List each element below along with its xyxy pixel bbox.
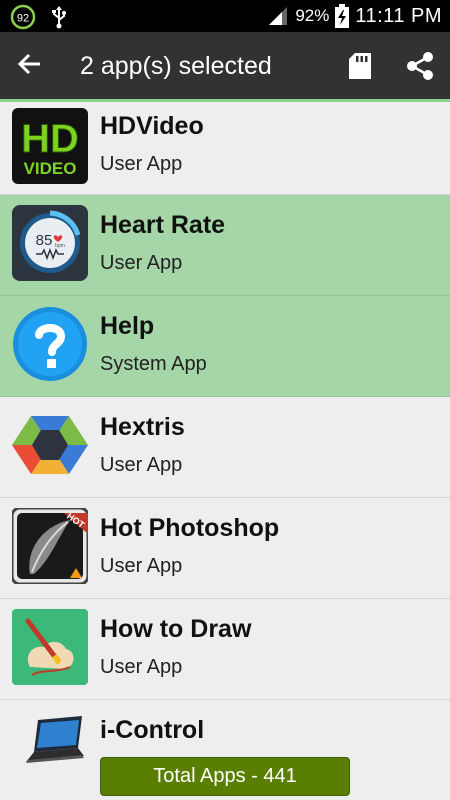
app-name: Hextris (100, 413, 185, 441)
battery-charging-icon (335, 4, 350, 28)
signal-icon (269, 7, 288, 25)
how-to-draw-icon (12, 609, 88, 685)
app-name: Heart Rate (100, 211, 226, 239)
list-item[interactable]: Help System App (0, 296, 450, 397)
app-type: User App (100, 153, 183, 175)
app-type: User App (100, 656, 183, 678)
sd-card-icon[interactable] (344, 49, 376, 83)
hextris-icon (12, 416, 88, 474)
list-item[interactable]: 85 bpm Heart Rate User App (0, 195, 450, 296)
app-name: i-Control (100, 716, 205, 744)
status-bar: 92 92% 11:11 PM (0, 0, 450, 32)
svg-text:85: 85 (36, 232, 53, 249)
app-name: Hot Photoshop (100, 514, 280, 542)
app-name: HDVideo (100, 112, 204, 140)
notification-badge-icon: 92 (10, 4, 36, 30)
app-type: User App (100, 252, 183, 274)
back-arrow-icon[interactable] (14, 48, 46, 80)
list-item[interactable]: HOT Hot Photoshop User App (0, 498, 450, 599)
app-list[interactable]: HD VIDEO HDVideo User App 85 bpm Heart R… (0, 102, 450, 800)
help-icon (13, 307, 87, 381)
battery-percent: 92% (295, 6, 330, 25)
app-type: User App (100, 555, 183, 577)
page-title: 2 app(s) selected (80, 52, 272, 80)
svg-text:bpm: bpm (55, 243, 65, 249)
app-name: Help (100, 312, 155, 340)
total-apps-badge: Total Apps - 441 (100, 757, 350, 796)
svg-text:HD: HD (21, 117, 79, 161)
share-icon[interactable] (404, 49, 436, 83)
app-type: System App (100, 353, 207, 375)
heart-rate-icon: 85 bpm (12, 205, 88, 281)
i-control-icon (26, 716, 84, 763)
usb-icon (52, 6, 66, 29)
action-bar: 2 app(s) selected (0, 32, 450, 99)
app-type: User App (100, 454, 183, 476)
hot-photoshop-icon: HOT (12, 508, 88, 584)
list-item[interactable]: HD VIDEO HDVideo User App (0, 102, 450, 195)
clock: 11:11 PM (355, 4, 442, 27)
svg-text:92: 92 (17, 13, 29, 25)
list-item[interactable]: Hextris User App (0, 397, 450, 498)
svg-text:VIDEO: VIDEO (24, 159, 77, 178)
app-name: How to Draw (100, 615, 252, 643)
list-item[interactable]: How to Draw User App (0, 599, 450, 700)
hdvideo-icon: HD VIDEO (12, 108, 88, 184)
